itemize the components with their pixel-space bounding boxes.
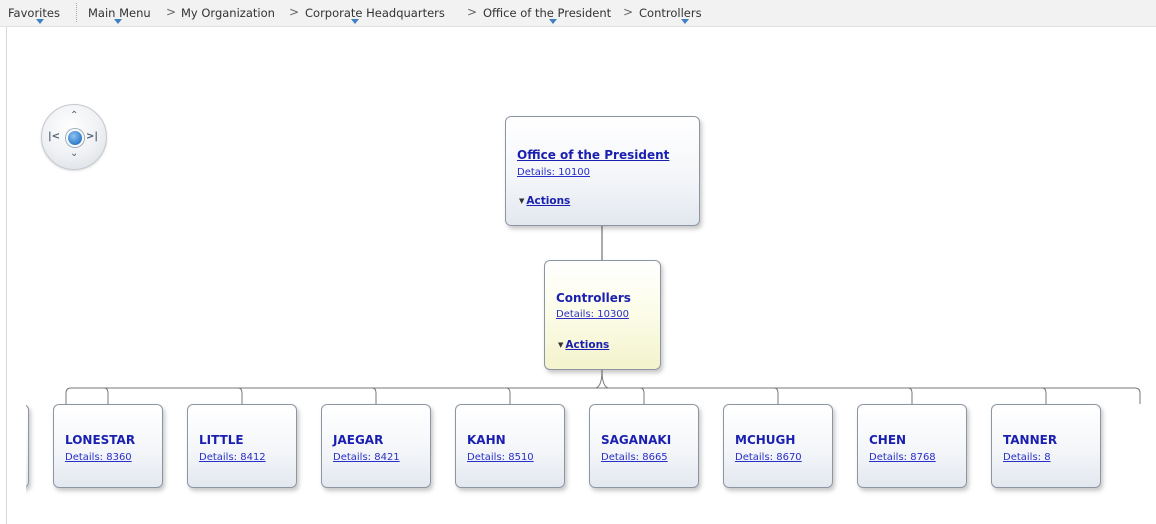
org-node-kahn[interactable]: KAHN Details: 8510	[455, 404, 565, 488]
org-node-controllers[interactable]: Controllers Details: 10300 ▼ Actions	[544, 260, 661, 370]
org-node-saganaki[interactable]: SAGANAKI Details: 8665	[589, 404, 699, 488]
node-details-link[interactable]: Details: 8421	[333, 452, 400, 463]
node-title: Controllers	[556, 291, 631, 305]
actions-label[interactable]: Actions	[526, 195, 570, 207]
node-details-link[interactable]: Details: 8	[1003, 452, 1051, 463]
node-details-link[interactable]: Details: 10100	[517, 167, 590, 178]
org-node-chen[interactable]: CHEN Details: 8768	[857, 404, 967, 488]
child-nodes-row: BUCHANANDetails: 8223 LONESTAR Details: 83…	[26, 396, 1156, 496]
node-title: LITTLE	[199, 433, 244, 447]
org-node-lonestar[interactable]: LONESTAR Details: 8360	[53, 404, 163, 488]
node-title: MCHUGH	[735, 433, 796, 447]
org-node-mchugh[interactable]: MCHUGH Details: 8670	[723, 404, 833, 488]
node-details-link[interactable]: Details: 8670	[735, 452, 802, 463]
node-title: CHEN	[869, 433, 907, 447]
org-node-little[interactable]: LITTLE Details: 8412	[187, 404, 297, 488]
node-title: TANNER	[1003, 433, 1058, 447]
node-details-link[interactable]: Details: 8412	[199, 452, 266, 463]
node-details-link[interactable]: Details: 8665	[601, 452, 668, 463]
current-to-children-line	[595, 369, 609, 389]
actions-menu[interactable]: ▼ Actions	[558, 339, 609, 351]
node-details-link[interactable]: Details: 8360	[65, 452, 132, 463]
node-title[interactable]: Office of the President	[517, 148, 669, 162]
org-node-jaegar[interactable]: JAEGAR Details: 8421	[321, 404, 431, 488]
node-details-link[interactable]: Details: 8510	[467, 452, 534, 463]
node-details-link[interactable]: Details: 8768	[869, 452, 936, 463]
node-title: KAHN	[467, 433, 506, 447]
node-title: LONESTAR	[65, 433, 136, 447]
org-node-office-of-the-president[interactable]: Office of the President Details: 10100 ▼…	[505, 116, 700, 226]
org-node-buchanan[interactable]: BUCHANANDetails: 8223	[26, 404, 29, 488]
org-node-tanner[interactable]: TANNER Details: 8	[991, 404, 1101, 488]
actions-menu[interactable]: ▼ Actions	[519, 195, 570, 207]
actions-dropdown-icon: ▼	[558, 341, 564, 349]
node-title: JAEGAR	[333, 433, 384, 447]
actions-label[interactable]: Actions	[565, 339, 609, 351]
node-details-link[interactable]: Details: 10300	[556, 309, 629, 320]
node-title: SAGANAKI	[601, 433, 672, 447]
actions-dropdown-icon: ▼	[519, 197, 525, 205]
